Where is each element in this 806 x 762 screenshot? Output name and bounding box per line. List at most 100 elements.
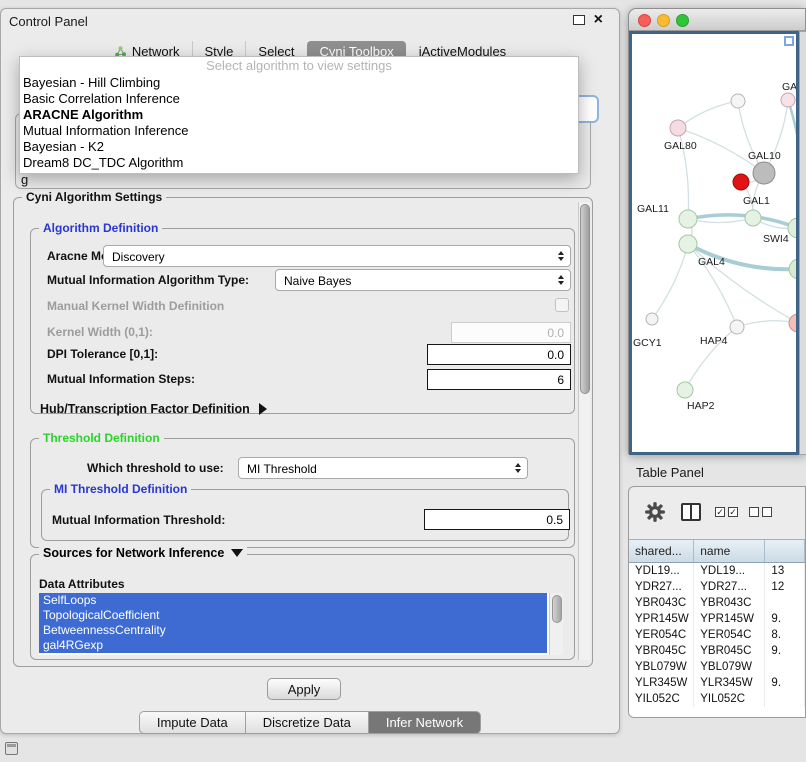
bottom-tab-discretize-data[interactable]: Discretize Data [246,711,369,734]
minimize-traffic-light-icon[interactable] [657,14,670,27]
table-row[interactable]: YDL19...YDL19...13 [629,563,805,579]
network-node[interactable] [788,218,796,238]
cyni-settings-title: Cyni Algorithm Settings [22,190,166,204]
table-row[interactable]: YBR045CYBR045C9. [629,643,805,659]
table-cell: YIL052C [629,691,694,707]
mi-type-value: Naive Bayes [284,274,351,288]
network-node[interactable] [745,210,761,226]
column-header[interactable]: name [694,540,765,562]
source-attribute-item[interactable]: BetweennessCentrality [39,623,547,638]
manual-kernel-checkbox[interactable] [555,298,569,312]
settings-scrollbar[interactable] [578,202,590,660]
algorithm-dropdown-list: Bayesian - Hill ClimbingBasic Correlatio… [20,75,578,171]
source-attribute-item[interactable]: SelfLoops [39,593,547,608]
network-edge[interactable] [652,244,688,319]
network-node[interactable] [789,259,796,279]
table-cell: 12 [765,579,805,595]
column-selector-icon[interactable] [681,503,701,521]
mi-steps-input[interactable]: 6 [427,369,571,390]
table-panel-window: shared...name YDL19...YDL19...13YDR27...… [628,486,806,718]
network-node[interactable] [781,93,795,107]
which-threshold-label: Which threshold to use: [87,461,224,475]
network-node[interactable] [730,320,744,334]
table-row[interactable]: YDR27...YDR27...12 [629,579,805,595]
network-node[interactable] [679,210,697,228]
network-node[interactable] [753,162,775,184]
column-header[interactable]: shared... [629,540,694,562]
algorithm-option[interactable]: Bayesian - K2 [20,139,578,155]
network-node[interactable] [670,120,686,136]
network-node[interactable] [677,382,693,398]
apply-button[interactable]: Apply [267,678,341,700]
network-node[interactable] [733,174,749,190]
algorithm-option[interactable]: Bayesian - Hill Climbing [20,75,578,91]
mi-type-select[interactable]: Naive Bayes [275,269,571,291]
mi-threshold-input[interactable]: 0.5 [424,509,570,530]
network-edge[interactable] [764,100,788,173]
table-cell: YDL19... [694,563,765,579]
source-attribute-item[interactable]: gal4RGexp [39,638,547,653]
zoom-traffic-light-icon[interactable] [676,14,689,27]
table-row[interactable]: YBR043CYBR043C [629,595,805,611]
control-panel-window: Control Panel × NetworkStyleSelectCyni T… [0,8,620,734]
network-canvas[interactable]: GALGAL80GAL10GAL11GAL1SWI4GAL4GCY1HAP4HA… [629,31,799,455]
bottom-tab-bar: Impute DataDiscretize DataInfer Network [1,711,619,734]
combo-arrows-icon [558,275,564,285]
column-header[interactable] [765,540,805,562]
table-toolbar [629,487,805,539]
window-controls: × [573,14,603,26]
network-node-label: HAP2 [687,400,715,412]
bottom-tab-impute-data[interactable]: Impute Data [139,711,246,734]
settings-gear-icon[interactable] [644,501,666,523]
network-node[interactable] [789,314,796,332]
network-edge[interactable] [678,101,738,128]
network-view-window: GALGAL80GAL10GAL11GAL1SWI4GAL4GCY1HAP4HA… [628,8,806,454]
network-node[interactable] [731,94,745,108]
algorithm-option[interactable]: ARACNE Algorithm [20,107,578,123]
algorithm-option[interactable]: Mutual Information Inference [20,123,578,139]
sources-scrollbar-thumb[interactable] [552,595,562,623]
algorithm-option[interactable]: Dream8 DC_TDC Algorithm [20,155,578,171]
network-window-titlebar[interactable] [629,9,805,31]
which-threshold-select[interactable]: MI Threshold [238,457,528,479]
dpi-tolerance-input[interactable]: 0.0 [427,344,571,365]
collapse-down-icon [231,549,243,557]
close-traffic-light-icon[interactable] [638,14,651,27]
close-window-icon[interactable]: × [594,14,603,26]
table-cell: YDL19... [629,563,694,579]
table-row[interactable]: YER054CYER054C8. [629,627,805,643]
mi-threshold-title: MI Threshold Definition [50,482,191,496]
aracne-mode-select[interactable]: Discovery [103,245,571,267]
network-edge[interactable] [788,100,796,228]
birdseye-toggle-icon[interactable] [784,36,794,46]
table-row[interactable]: YLR345WYLR345W9. [629,675,805,691]
network-node[interactable] [679,235,697,253]
bottom-tab-infer-network[interactable]: Infer Network [369,711,481,734]
table-cell: YDR27... [694,579,765,595]
float-window-icon[interactable] [573,15,585,25]
table-cell: YER054C [694,627,765,643]
checked-columns-icon[interactable] [715,507,738,517]
table-row[interactable]: YBL079WYBL079W [629,659,805,675]
minimized-panel-icon[interactable] [5,742,18,755]
table-cell: YBL079W [694,659,765,675]
network-edge[interactable] [737,321,796,327]
settings-scrollbar-thumb[interactable] [580,204,590,394]
table-row[interactable]: YPR145WYPR145W9. [629,611,805,627]
table-cell: YDR27... [629,579,694,595]
source-attribute-item[interactable]: TopologicalCoefficient [39,608,547,623]
network-node-label: GAL [782,81,796,93]
algorithm-option[interactable]: Basic Correlation Inference [20,91,578,107]
network-vertical-scrollbar[interactable] [799,31,806,455]
table-cell [765,659,805,675]
hub-definition-expander[interactable]: Hub/Transcription Factor Definition [40,402,267,416]
table-cell: 9. [765,611,805,627]
unchecked-columns-icon[interactable] [749,507,772,517]
table-cell [765,595,805,611]
sources-title-row[interactable]: Sources for Network Inference [39,546,247,560]
table-cell: 9. [765,675,805,691]
table-row[interactable]: YIL052CYIL052C [629,691,805,707]
sources-scrollbar[interactable] [549,593,563,655]
kernel-width-input[interactable]: 0.0 [451,322,571,343]
network-node[interactable] [646,313,658,325]
